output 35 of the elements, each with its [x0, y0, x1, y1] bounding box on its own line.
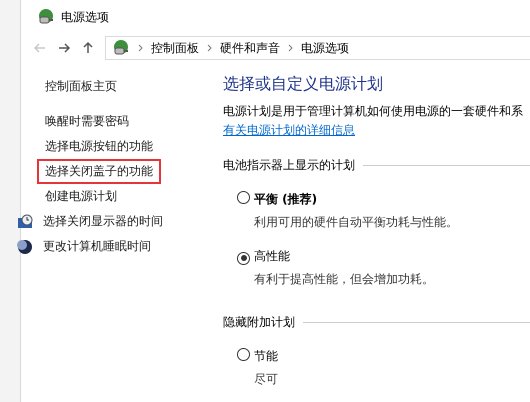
moon-icon — [17, 238, 33, 254]
details-link[interactable]: 有关电源计划的详细信息 — [223, 122, 530, 139]
page-heading: 选择或自定义电源计划 — [223, 74, 384, 95]
sidebar-link[interactable]: 更改计算机睡眠时间 — [35, 234, 159, 259]
radio-button[interactable] — [237, 348, 250, 361]
power-plug-icon — [112, 39, 130, 57]
sidebar-link[interactable]: 创建电源计划 — [37, 184, 125, 209]
plan-description: 利用可用的硬件自动平衡功耗与性能。 — [254, 214, 459, 231]
plan-name: 高性能 — [254, 249, 290, 263]
up-arrow-icon[interactable] — [81, 41, 95, 55]
power-plug-icon — [37, 8, 55, 26]
sidebar-link[interactable]: 选择电源按钮的功能 — [37, 134, 161, 159]
sidebar-link[interactable]: 选择关闭显示器的时间 — [35, 209, 171, 234]
breadcrumb[interactable]: 控制面板 — [151, 40, 199, 56]
plan-description: 尽可 — [254, 371, 279, 388]
sidebar-link[interactable]: 控制面板主页 — [37, 74, 125, 99]
radio-button[interactable] — [237, 191, 250, 204]
breadcrumb[interactable]: 电源选项 — [301, 40, 349, 56]
chevron-icon — [138, 44, 143, 52]
sidebar-link[interactable]: 选择关闭盖子的功能 — [37, 159, 161, 184]
chevron-icon — [207, 44, 212, 52]
group-label: 电池指示器上显示的计划 — [223, 157, 355, 174]
group-label: 隐藏附加计划 — [223, 314, 295, 331]
clock-monitor-icon — [17, 214, 33, 230]
description-text: 电源计划是用于管理计算机如何使用电源的一套硬件和系 — [223, 103, 524, 120]
radio-button[interactable] — [237, 252, 250, 264]
chevron-icon — [288, 44, 293, 52]
address-bar[interactable]: 控制面板 硬件和声音 电源选项 — [105, 36, 530, 60]
window-title: 电源选项 — [61, 8, 109, 26]
plan-name: 平衡 (推荐) — [254, 192, 318, 206]
forward-arrow-icon[interactable] — [57, 41, 71, 55]
sidebar-link[interactable]: 唤醒时需要密码 — [37, 109, 137, 134]
plan-description: 有利于提高性能，但会增加功耗。 — [254, 271, 435, 288]
breadcrumb[interactable]: 硬件和声音 — [220, 40, 280, 56]
plan-name: 节能 — [254, 349, 278, 363]
